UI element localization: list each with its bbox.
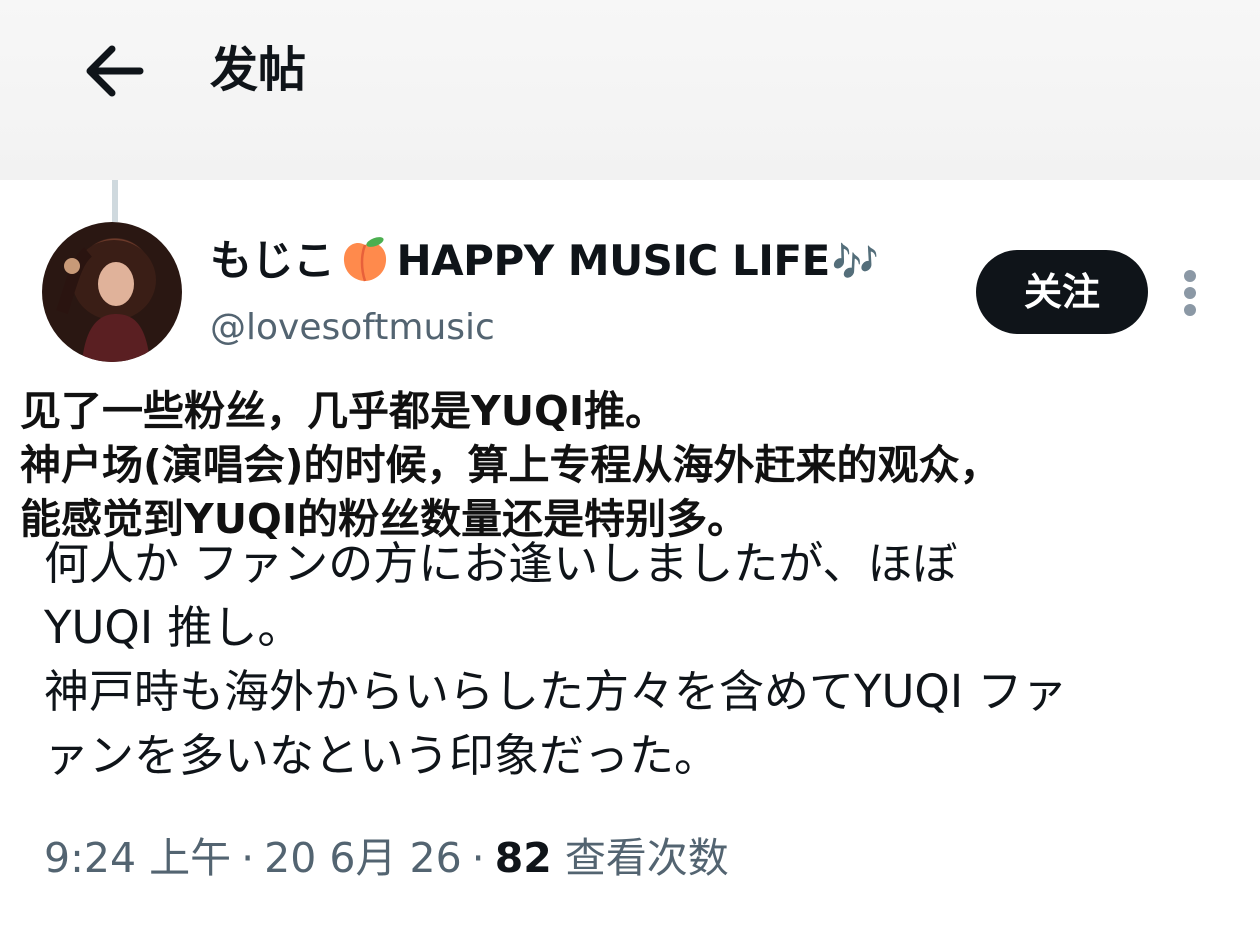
tweet-line: YUQI 推し。 [44,601,303,654]
more-dot-icon [1184,270,1196,282]
more-options-button[interactable] [1172,266,1208,320]
tweet-time[interactable]: 9:24 上午 [44,834,231,882]
tweet-date[interactable]: 20 6月 26 [264,834,462,882]
page-title: 发帖 [210,42,307,98]
author-handle[interactable]: @lovesoftmusic [210,302,495,354]
views-label[interactable]: 查看次数 [565,834,729,882]
caption-line: 见了一些粉丝，几乎都是YUQI推。 [20,387,667,435]
display-name-text: もじこ [210,236,335,285]
display-name-suffix: HAPPY MUSIC LIFE [396,236,831,285]
avatar[interactable] [42,222,182,362]
separator-dot: · [471,834,485,882]
more-dot-icon [1184,287,1196,299]
peach-icon [339,235,391,283]
music-notes-icon: 🎶 [831,240,879,284]
views-count[interactable]: 82 [495,834,552,882]
back-button[interactable] [78,38,150,104]
translation-caption-overlay: 见了一些粉丝，几乎都是YUQI推。 神户场(演唱会)的时候，算上专程从海外赶来的… [20,384,1230,546]
tweet-line: ァンを多いなという印象だった。 [44,729,720,782]
thread-connector-line [112,180,118,222]
tweet-text: 何人か ファンの方にお逢いしましたが、ほぼ YUQI 推し。 神戸時も海外からい… [44,532,1234,788]
author-display-name[interactable]: もじこ HAPPY MUSIC LIFE🎶 [210,234,879,288]
more-dot-icon [1184,304,1196,316]
follow-button[interactable]: 关注 [976,250,1148,334]
tweet-metadata: 9:24 上午 · 20 6月 26 · 82 查看次数 [44,826,729,890]
caption-line: 神户场(演唱会)的时候，算上专程从海外赶来的观众， [20,441,1001,489]
avatar-image [56,240,156,362]
tweet-line: 何人か ファンの方にお逢いしましたが、ほぼ [44,537,958,590]
back-arrow-icon [86,45,144,97]
top-bar: 发帖 [0,0,1260,180]
tweet-line: 神戸時も海外からいらした方々を含めてYUQI ファ [44,665,1068,718]
separator-dot: · [241,834,255,882]
